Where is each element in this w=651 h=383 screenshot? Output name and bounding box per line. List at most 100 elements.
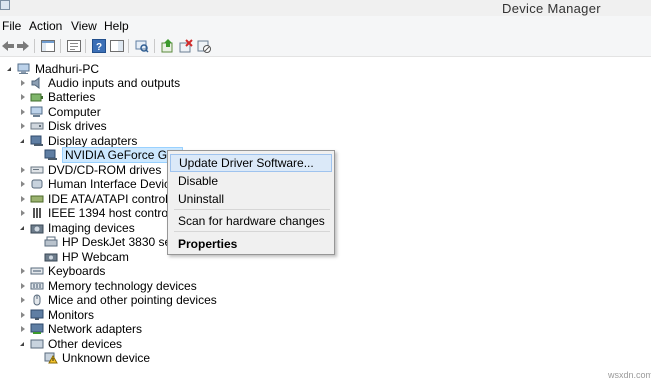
tree-item-display-adapters[interactable]: Display adapters bbox=[18, 134, 137, 148]
menu-action[interactable]: Action bbox=[29, 19, 62, 33]
menu-file[interactable]: File bbox=[2, 19, 21, 33]
menu-disable[interactable]: Disable bbox=[170, 172, 332, 190]
tree-item-label: Mice and other pointing devices bbox=[48, 293, 217, 307]
memory-icon bbox=[30, 282, 44, 290]
tree-item-hp-deskjet[interactable]: HP DeskJet 3830 serie bbox=[32, 235, 185, 249]
tree-item-label: Unknown device bbox=[62, 351, 151, 365]
svg-text:?: ? bbox=[96, 42, 102, 53]
tree-item-label: DVD/CD-ROM drives bbox=[48, 163, 162, 177]
tree-item-memory-tech[interactable]: Memory technology devices bbox=[18, 279, 197, 293]
tree-item-hp-webcam[interactable]: HP Webcam bbox=[32, 250, 129, 264]
speaker-icon bbox=[31, 77, 40, 89]
toolbar-separator bbox=[60, 39, 61, 53]
expand-arrow-icon[interactable] bbox=[18, 122, 26, 130]
update-driver-icon[interactable] bbox=[160, 38, 176, 54]
tree-root[interactable]: Madhuri-PC bbox=[5, 62, 99, 76]
other-devices-icon bbox=[30, 339, 44, 349]
expand-arrow-icon[interactable] bbox=[18, 108, 26, 116]
menu-scan-hardware[interactable]: Scan for hardware changes bbox=[170, 212, 332, 230]
menu-properties[interactable]: Properties bbox=[170, 235, 332, 253]
camera-icon bbox=[30, 224, 44, 234]
toolbar-separator bbox=[154, 39, 155, 53]
tree-item-network[interactable]: Network adapters bbox=[18, 322, 142, 336]
forward-arrow-icon[interactable] bbox=[15, 38, 31, 54]
expand-arrow-icon[interactable] bbox=[18, 79, 26, 87]
tree-item-hid[interactable]: Human Interface Device bbox=[18, 177, 177, 191]
menu-view[interactable]: View bbox=[71, 19, 97, 33]
keyboard-icon bbox=[30, 267, 44, 275]
tree-item-ide[interactable]: IDE ATA/ATAPI controlle bbox=[18, 192, 177, 206]
expand-arrow-icon[interactable] bbox=[18, 195, 26, 203]
window-title: Device Manager bbox=[502, 1, 601, 16]
tree-item-dvd[interactable]: DVD/CD-ROM drives bbox=[18, 163, 161, 177]
uninstall-icon[interactable] bbox=[178, 38, 194, 54]
back-arrow-icon[interactable] bbox=[0, 38, 16, 54]
help-icon[interactable]: ? bbox=[91, 38, 107, 54]
menu-update-driver-software[interactable]: Update Driver Software... bbox=[170, 154, 332, 172]
hid-icon bbox=[31, 179, 43, 189]
tree-item-label: HP Webcam bbox=[62, 250, 129, 264]
mouse-icon bbox=[33, 294, 41, 306]
toolbar: ? bbox=[0, 35, 651, 57]
expand-arrow-icon[interactable] bbox=[18, 282, 26, 290]
disable-icon[interactable] bbox=[196, 38, 212, 54]
tree-item-audio[interactable]: Audio inputs and outputs bbox=[18, 76, 180, 90]
expand-arrow-icon[interactable] bbox=[18, 93, 26, 101]
menu-separator bbox=[174, 231, 330, 232]
menu-help[interactable]: Help bbox=[104, 19, 129, 33]
tree-item-label: Computer bbox=[48, 105, 101, 119]
expand-arrow-icon[interactable] bbox=[18, 209, 26, 217]
computer-icon bbox=[30, 106, 43, 117]
tree-item-label: Keyboards bbox=[48, 264, 106, 278]
tree-item-ieee1394[interactable]: IEEE 1394 host controller bbox=[18, 206, 184, 220]
menu-uninstall[interactable]: Uninstall bbox=[170, 190, 332, 208]
toolbar-separator bbox=[34, 39, 35, 53]
collapse-arrow-icon[interactable] bbox=[18, 340, 26, 348]
tree-item-nvidia[interactable]: NVIDIA GeForce G10 bbox=[32, 147, 184, 163]
expand-arrow-icon[interactable] bbox=[18, 166, 26, 174]
ide-controller-icon bbox=[30, 195, 44, 203]
tree-item-other-devices[interactable]: Other devices bbox=[18, 337, 122, 351]
tree-item-label: Batteries bbox=[48, 90, 96, 104]
tree-item-label: Display adapters bbox=[48, 134, 138, 148]
menu-bar: File Action View Help bbox=[0, 16, 651, 35]
webcam-icon bbox=[44, 253, 58, 262]
collapse-arrow-icon[interactable] bbox=[5, 65, 13, 73]
tree-item-label: NVIDIA GeForce G10 bbox=[62, 147, 184, 163]
context-menu: Update Driver Software... Disable Uninst… bbox=[167, 150, 335, 255]
toolbar-separator bbox=[128, 39, 129, 53]
action-pane-icon[interactable] bbox=[109, 38, 125, 54]
tree-item-keyboards[interactable]: Keyboards bbox=[18, 264, 105, 278]
expand-arrow-icon[interactable] bbox=[18, 180, 26, 188]
show-hide-console-tree-icon[interactable] bbox=[40, 38, 56, 54]
collapse-arrow-icon[interactable] bbox=[18, 224, 26, 232]
scan-hardware-icon[interactable] bbox=[134, 38, 150, 54]
disk-drive-icon bbox=[30, 122, 44, 130]
ieee1394-icon bbox=[33, 208, 41, 218]
network-adapter-icon bbox=[30, 323, 44, 334]
tree-item-monitors[interactable]: Monitors bbox=[18, 308, 94, 322]
tree-item-label: Other devices bbox=[48, 337, 123, 351]
display-adapter-icon bbox=[30, 135, 43, 146]
tree-item-computer[interactable]: Computer bbox=[18, 105, 101, 119]
expand-arrow-icon[interactable] bbox=[18, 325, 26, 333]
collapse-arrow-icon[interactable] bbox=[18, 137, 26, 145]
tree-item-unknown-device[interactable]: Unknown device bbox=[32, 351, 150, 365]
tree-item-label: IDE ATA/ATAPI controlle bbox=[48, 192, 178, 206]
tree-item-disk-drives[interactable]: Disk drives bbox=[18, 119, 107, 133]
tree-item-label: Memory technology devices bbox=[48, 279, 197, 293]
expand-arrow-icon[interactable] bbox=[18, 311, 26, 319]
menu-separator bbox=[174, 209, 330, 210]
display-adapter-icon bbox=[44, 149, 57, 160]
tree-item-mice[interactable]: Mice and other pointing devices bbox=[18, 293, 217, 307]
expand-arrow-icon[interactable] bbox=[18, 267, 26, 275]
properties-icon[interactable] bbox=[66, 38, 82, 54]
tree-item-imaging[interactable]: Imaging devices bbox=[18, 221, 135, 235]
tree-item-label: IEEE 1394 host controller bbox=[48, 206, 185, 220]
dvd-drive-icon bbox=[30, 166, 44, 174]
expand-arrow-icon[interactable] bbox=[18, 296, 26, 304]
tree-item-label: Human Interface Device bbox=[48, 177, 177, 191]
tree-item-batteries[interactable]: Batteries bbox=[18, 90, 95, 104]
window-icon[interactable] bbox=[0, 0, 10, 10]
tree-item-label: Network adapters bbox=[48, 322, 143, 336]
